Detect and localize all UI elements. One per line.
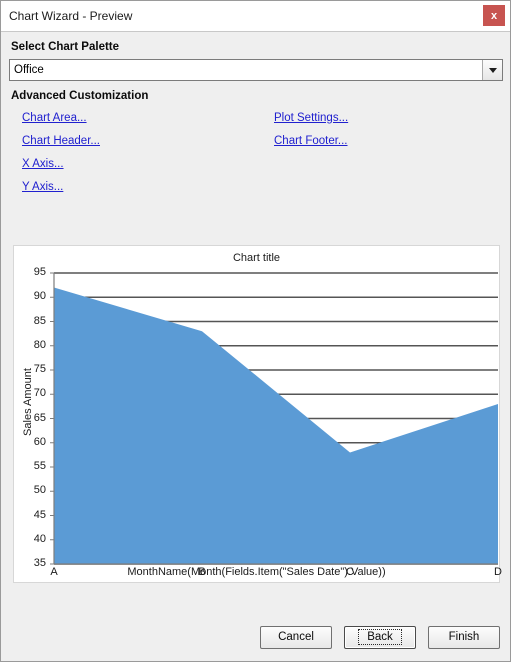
y-axis-tick-label: 60 xyxy=(33,435,46,448)
y-axis-tick-label: 55 xyxy=(33,460,46,472)
link-plot-settings[interactable]: Plot Settings... xyxy=(274,112,348,124)
x-axis-title: MonthName(Month(Fields.Item("Sales Date"… xyxy=(127,566,386,578)
y-axis-tick-label: 80 xyxy=(33,338,46,351)
y-axis-tick-label: 90 xyxy=(33,290,46,303)
chart-plot xyxy=(50,272,498,565)
y-axis-tick-label: 65 xyxy=(33,411,46,424)
chart-wizard-dialog: Chart Wizard - Preview x Select Chart Pa… xyxy=(0,0,511,662)
chevron-down-icon[interactable] xyxy=(482,60,502,80)
y-axis-tick-label: 85 xyxy=(33,314,46,327)
dialog-footer: Cancel Back Finish xyxy=(1,613,510,661)
chevron-down-glyph xyxy=(488,67,497,73)
chart-palette-select[interactable]: Office xyxy=(9,59,503,81)
x-axis-tick-label: C xyxy=(346,566,354,578)
advanced-customization-label: Advanced Customization xyxy=(11,90,149,102)
close-icon[interactable]: x xyxy=(483,5,505,26)
y-axis-tick-label: 70 xyxy=(33,387,46,400)
window-title: Chart Wizard - Preview xyxy=(9,9,133,23)
link-chart-area[interactable]: Chart Area... xyxy=(22,112,87,124)
cancel-button[interactable]: Cancel xyxy=(260,625,332,649)
title-bar: Chart Wizard - Preview x xyxy=(1,1,510,32)
chart-palette-value[interactable]: Office xyxy=(10,60,482,80)
dialog-body: Select Chart Palette Office Advanced Cus… xyxy=(1,32,510,661)
link-x-axis[interactable]: X Axis... xyxy=(22,158,64,170)
y-axis-tick-label: 35 xyxy=(33,557,46,569)
y-axis-tick-label: 40 xyxy=(33,532,46,545)
palette-section-label: Select Chart Palette xyxy=(11,41,120,53)
finish-button[interactable]: Finish xyxy=(428,625,500,649)
y-axis-tick-label: 50 xyxy=(33,484,46,497)
link-y-axis[interactable]: Y Axis... xyxy=(22,181,63,193)
back-button[interactable]: Back xyxy=(344,625,416,649)
y-axis-tick-label: 75 xyxy=(33,363,46,375)
y-axis-tick-label: 45 xyxy=(33,508,46,521)
chart-preview-panel[interactable]: Chart title Sales Amount MonthName(Month… xyxy=(13,245,502,583)
y-axis-tick-label: 95 xyxy=(33,266,46,278)
link-chart-footer[interactable]: Chart Footer... xyxy=(274,135,348,147)
link-chart-header[interactable]: Chart Header... xyxy=(22,135,100,147)
x-axis-tick-label: D xyxy=(494,566,502,578)
x-axis-tick-label: A xyxy=(50,566,58,578)
x-axis-tick-label: B xyxy=(198,566,206,578)
back-button-label: Back xyxy=(358,629,402,645)
